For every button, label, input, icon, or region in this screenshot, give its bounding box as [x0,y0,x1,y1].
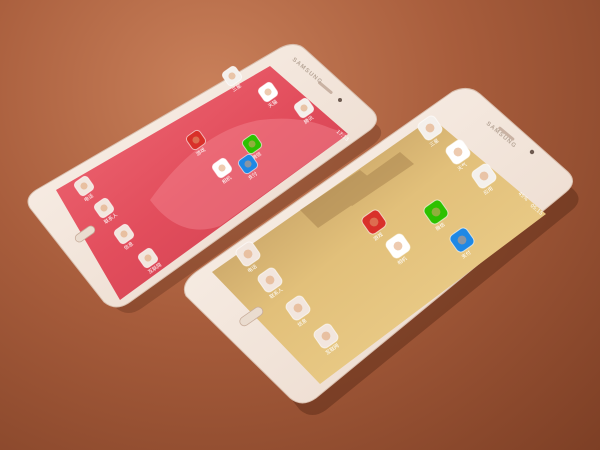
right-front-camera [529,149,535,155]
phones-illustration: SAMSUNG 三星天猫腾讯微信游戏相机 支付电话联系人信息互联网 17:13 S… [27,44,579,415]
left-front-camera [338,98,342,102]
photo-scene: SAMSUNG 三星 天猫 腾讯 微信 游戏 相机 支付 电话 联系人 信息 互联网 17:13 S… [0,0,600,450]
